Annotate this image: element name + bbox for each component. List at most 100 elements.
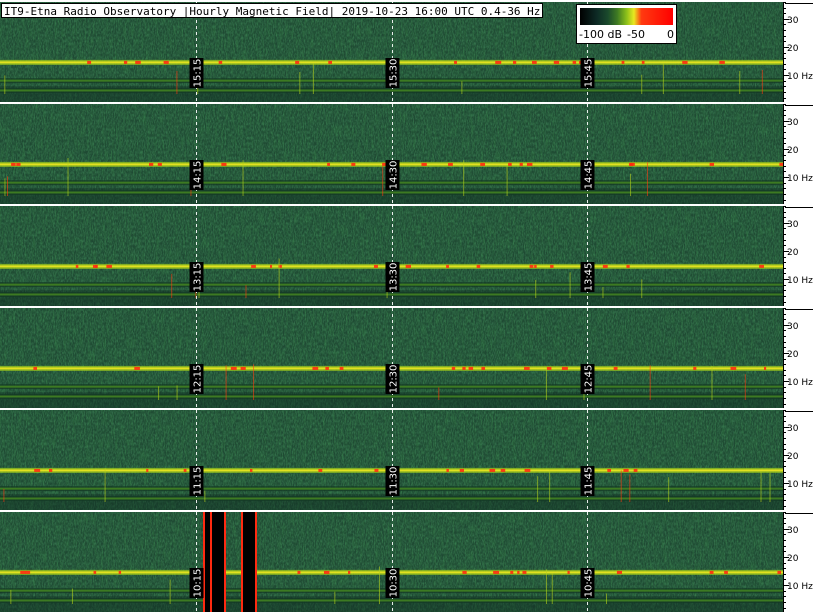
band-hotspot: [33, 366, 38, 370]
frequency-tick-label: 10 Hz: [787, 276, 813, 286]
band-hotspot: [630, 162, 635, 166]
impulse-streak: [646, 162, 648, 196]
impulse-streak: [662, 62, 664, 94]
time-tick-label: 11:15: [193, 467, 204, 496]
band-line: [0, 599, 783, 602]
impulse-streak: [744, 374, 746, 400]
band-hotspot: [327, 162, 331, 166]
impulse-streak: [382, 166, 384, 196]
interference-bar: [212, 512, 224, 612]
colorscale-bar: [580, 8, 673, 25]
impulse-streak: [668, 477, 670, 502]
impulse-streak: [438, 387, 440, 400]
band-hotspot: [468, 366, 474, 370]
band-hotspot: [500, 468, 506, 472]
band-hotspot: [251, 264, 256, 268]
impulse-streak: [463, 160, 465, 196]
band-hotspot: [553, 60, 560, 64]
band-hotspot: [149, 162, 154, 166]
band-hotspot: [561, 366, 568, 370]
impulse-streak: [204, 490, 206, 502]
band-hotspot: [323, 570, 330, 574]
band-hotspot: [20, 570, 26, 574]
time-tick-label: 15:30: [389, 59, 400, 88]
impulse-streak: [769, 472, 771, 502]
frequency-tick-label: 10 Hz: [787, 174, 813, 184]
impulse-streak: [549, 470, 551, 502]
impulse-streak: [169, 579, 171, 604]
impulse-streak: [299, 71, 301, 94]
impulse-streak: [545, 569, 547, 604]
impulse-streak: [71, 588, 73, 604]
band-hotspot: [693, 366, 697, 370]
band-hotspot: [351, 162, 356, 166]
band-hotspot: [613, 366, 618, 370]
impulse-streak: [569, 272, 571, 298]
impulse-streak: [7, 176, 9, 196]
band-hotspot: [462, 366, 466, 370]
panel-separator: [0, 204, 821, 206]
band-hotspot: [446, 468, 449, 472]
interference-edge: [241, 512, 243, 612]
band-hotspot: [724, 570, 728, 574]
band-hotspot: [526, 162, 533, 166]
colorscale-legend: -100 dB -50 0: [576, 4, 677, 44]
band-hotspot: [512, 60, 517, 64]
frequency-tick-label: 20: [787, 350, 799, 360]
frequency-tick-label: 10 Hz: [787, 582, 813, 592]
impulse-streak: [10, 589, 12, 604]
time-tick-label: 12:30: [389, 365, 400, 394]
band-hotspot: [495, 60, 502, 64]
colorscale-label-min: -100 dB: [579, 28, 622, 41]
impulse-streak: [606, 593, 608, 604]
impulse-streak: [378, 566, 380, 604]
impulse-streak: [629, 474, 631, 502]
band-hotspot: [522, 570, 527, 574]
band-hotspot: [709, 570, 714, 574]
impulse-streak: [67, 157, 69, 196]
band-hotspot: [621, 60, 625, 64]
time-tick-label: 15:45: [584, 59, 595, 88]
impulse-streak: [649, 365, 651, 400]
band-hotspot: [709, 162, 715, 166]
band-hotspot: [510, 570, 514, 574]
interference-edge: [255, 512, 257, 612]
band-line: [0, 293, 783, 296]
band-line: [0, 191, 783, 194]
band-hotspot: [348, 570, 351, 574]
impulse-streak: [535, 279, 537, 298]
panel-separator: [0, 306, 821, 308]
band-hotspot: [135, 60, 141, 64]
band-hotspot: [221, 162, 227, 166]
frequency-tick-label: 10 Hz: [787, 378, 813, 388]
band-hotspot: [641, 60, 645, 64]
frequency-tick-label: 30: [787, 424, 799, 434]
time-tick-label: 10:30: [389, 569, 400, 598]
band-line: [0, 395, 783, 398]
frequency-tick-label: 30: [787, 118, 799, 128]
band-hotspot: [25, 570, 31, 574]
impulse-streak: [537, 476, 539, 502]
frequency-tick-label: 30: [787, 220, 799, 230]
band-hotspot: [328, 60, 333, 64]
band-hotspot: [633, 468, 638, 472]
impulse-streak: [760, 471, 762, 502]
frequency-tick-label: 10 Hz: [787, 480, 813, 490]
time-tick-label: 13:15: [193, 263, 204, 292]
time-tick-label: 15:15: [193, 59, 204, 88]
impulse-streak: [171, 273, 173, 298]
band-hotspot: [493, 570, 500, 574]
band-hotspot: [297, 570, 301, 574]
band-hotspot: [146, 468, 149, 472]
band-hotspot: [777, 570, 782, 574]
time-tick-label: 11:45: [584, 467, 595, 496]
band-hotspot: [481, 366, 486, 370]
band-hotspot: [240, 366, 246, 370]
band-hotspot: [730, 366, 737, 370]
band-hotspot: [49, 468, 53, 472]
time-tick-label: 12:15: [193, 365, 204, 394]
band-hotspot: [75, 264, 79, 268]
impulse-streak: [176, 385, 178, 400]
band-hotspot: [779, 162, 784, 166]
impulse-streak: [158, 386, 160, 400]
